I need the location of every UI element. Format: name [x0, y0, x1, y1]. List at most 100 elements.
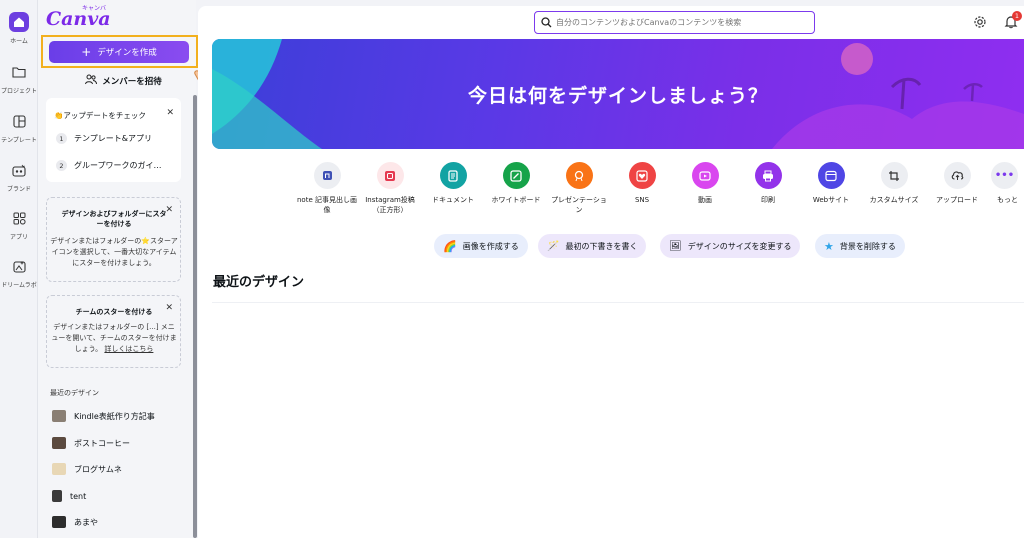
home-icon: [9, 12, 29, 32]
update-number: 1: [56, 133, 67, 144]
dream-lab-icon: [9, 256, 29, 276]
logo-kana: キャンバ: [82, 5, 107, 12]
notification-badge: 1: [1012, 11, 1022, 21]
recent-design-item[interactable]: あまや: [52, 516, 98, 528]
content-type-label: ドキュメント: [432, 196, 474, 204]
presentation-icon: [565, 162, 593, 189]
panel-scrollbar[interactable]: [193, 95, 197, 538]
recent-design-label: あまや: [74, 517, 98, 527]
rail-item-projects[interactable]: プロジェクト: [0, 62, 38, 95]
updates-card: 👏アップデートをチェック ✕ 1 テンプレート&アプリ 2 グループワークのガイ…: [46, 98, 181, 182]
content-type-label: Instagram投稿（正方形）: [365, 196, 415, 214]
content-type-label: カスタムサイズ: [869, 196, 919, 204]
content-type-label: アップロード: [936, 196, 978, 204]
search-input[interactable]: [556, 18, 796, 27]
update-item-groupwork[interactable]: 2 グループワークのガイ…: [56, 160, 162, 171]
design-thumbnail: [52, 516, 66, 528]
people-icon: [85, 74, 98, 88]
upload-icon: [943, 162, 971, 189]
learn-more-link[interactable]: 詳しくはこちら: [104, 345, 153, 353]
recent-designs-heading: 最近のデザイン: [50, 389, 99, 397]
content-type-website[interactable]: Webサイト: [801, 162, 861, 205]
chip-label: 最初の下書きを書く: [565, 241, 638, 251]
rail-item-templates[interactable]: テンプレート: [0, 111, 38, 144]
settings-gear-icon[interactable]: [973, 15, 987, 29]
content-type-label: SNS: [634, 196, 650, 204]
recent-design-label: ポストコーヒー: [74, 438, 130, 448]
recent-design-item[interactable]: ブログサムネ: [52, 463, 122, 475]
search-bar[interactable]: [534, 11, 815, 34]
rainbow-icon: 🌈: [443, 239, 457, 253]
content-type-upload[interactable]: アップロード: [927, 162, 987, 205]
rail-label: アプリ: [9, 234, 28, 241]
chip-resize-design[interactable]: 🖼 デザインのサイズを変更する: [660, 234, 801, 258]
update-label: グループワークのガイ…: [74, 161, 162, 170]
rail-label: ホーム: [10, 38, 28, 45]
rail-label: テンプレート: [1, 137, 37, 144]
content-type-whiteboard[interactable]: ホワイトボード: [486, 162, 546, 205]
design-thumbnail: [52, 410, 66, 422]
chip-label: 画像を作成する: [462, 241, 519, 251]
side-panel: Canva キャンバ + デザインを作成 メンバーを招待 👏アップデートをチェッ…: [38, 0, 222, 538]
tip-body: デザインまたはフォルダーの [...] メニューを開いて、チームのスターを付けま…: [50, 322, 178, 355]
rail-item-brand[interactable]: ブランド: [0, 160, 38, 193]
note-icon: [313, 162, 341, 189]
team-star-tip-card: ✕ チームのスターを付ける デザインまたはフォルダーの [...] メニューを開…: [46, 295, 181, 368]
content-type-label: Webサイト: [812, 196, 850, 204]
brand-icon: [9, 160, 29, 180]
create-design-label: デザインを作成: [97, 48, 157, 58]
update-label: テンプレート&アプリ: [74, 134, 152, 143]
close-icon[interactable]: ✕: [166, 108, 174, 118]
content-type-custom-size[interactable]: カスタムサイズ: [864, 162, 924, 205]
chip-create-image[interactable]: 🌈 画像を作成する: [434, 234, 528, 258]
folder-icon: [9, 62, 29, 82]
whiteboard-icon: [502, 162, 530, 189]
hero-title: 今日は何をデザインしましょう？: [467, 85, 768, 107]
update-item-templates[interactable]: 1 テンプレート&アプリ: [56, 133, 152, 144]
rail-item-home[interactable]: ホーム: [0, 12, 38, 45]
custom-size-icon: [880, 162, 908, 189]
print-icon: [754, 162, 782, 189]
resize-icon: 🖼: [669, 240, 682, 252]
left-rail: ホーム プロジェクト テンプレート ブランド アプリ ドリームラボ: [0, 0, 38, 538]
design-thumbnail: [52, 490, 62, 502]
content-type-label: 印刷: [761, 196, 775, 204]
content-type-presentation[interactable]: プレゼンテーション: [549, 162, 609, 215]
update-number: 2: [56, 160, 67, 171]
recent-design-label: tent: [70, 491, 87, 501]
content-type-print[interactable]: 印刷: [738, 162, 798, 205]
tip-body: デザインまたはフォルダーの⭐スターアイコンを選択して、一番大切なアイテムにスター…: [50, 237, 178, 267]
magic-wand-icon: 🪄: [547, 240, 560, 252]
recent-design-item[interactable]: tent: [52, 490, 86, 502]
plus-icon: +: [81, 45, 92, 59]
video-icon: [691, 162, 719, 189]
chip-remove-background[interactable]: ★ 背景を削除する: [815, 234, 905, 258]
apps-icon: [9, 208, 29, 228]
content-type-video[interactable]: 動画: [675, 162, 735, 205]
design-thumbnail: [52, 463, 66, 475]
content-type-instagram[interactable]: Instagram投稿（正方形）: [360, 162, 420, 215]
recent-design-label: Kindle表紙作り方記事: [74, 411, 155, 421]
content-type-sns[interactable]: SNS: [612, 162, 672, 205]
recent-designs-title: 最近のデザイン: [213, 275, 305, 290]
rail-label: ブランド: [6, 186, 31, 193]
rail-item-dream-lab[interactable]: ドリームラボ: [0, 256, 38, 289]
chip-label: デザインのサイズを変更する: [687, 241, 792, 251]
star-icon: ★: [824, 239, 834, 253]
content-type-more[interactable]: ••• もっと: [990, 162, 1024, 205]
create-design-button[interactable]: + デザインを作成: [49, 41, 189, 63]
recent-designs-grid: [212, 302, 1024, 538]
create-button-highlight: + デザインを作成: [41, 35, 198, 68]
chip-write-draft[interactable]: 🪄 最初の下書きを書く: [538, 234, 647, 258]
content-type-note[interactable]: note 記事見出し画像: [297, 162, 357, 215]
recent-design-item[interactable]: ポストコーヒー: [52, 437, 130, 449]
invite-members-button[interactable]: メンバーを招待: [76, 73, 171, 88]
document-icon: [439, 162, 467, 189]
social-heart-icon: [628, 162, 656, 189]
star-tip-card: ✕ デザインおよびフォルダーにスターを付ける デザインまたはフォルダーの⭐スター…: [46, 197, 181, 282]
rail-item-apps[interactable]: アプリ: [0, 208, 38, 241]
website-icon: [817, 162, 845, 189]
content-type-document[interactable]: ドキュメント: [423, 162, 483, 205]
chip-label: 背景を削除する: [839, 241, 896, 251]
recent-design-item[interactable]: Kindle表紙作り方記事: [52, 410, 155, 422]
